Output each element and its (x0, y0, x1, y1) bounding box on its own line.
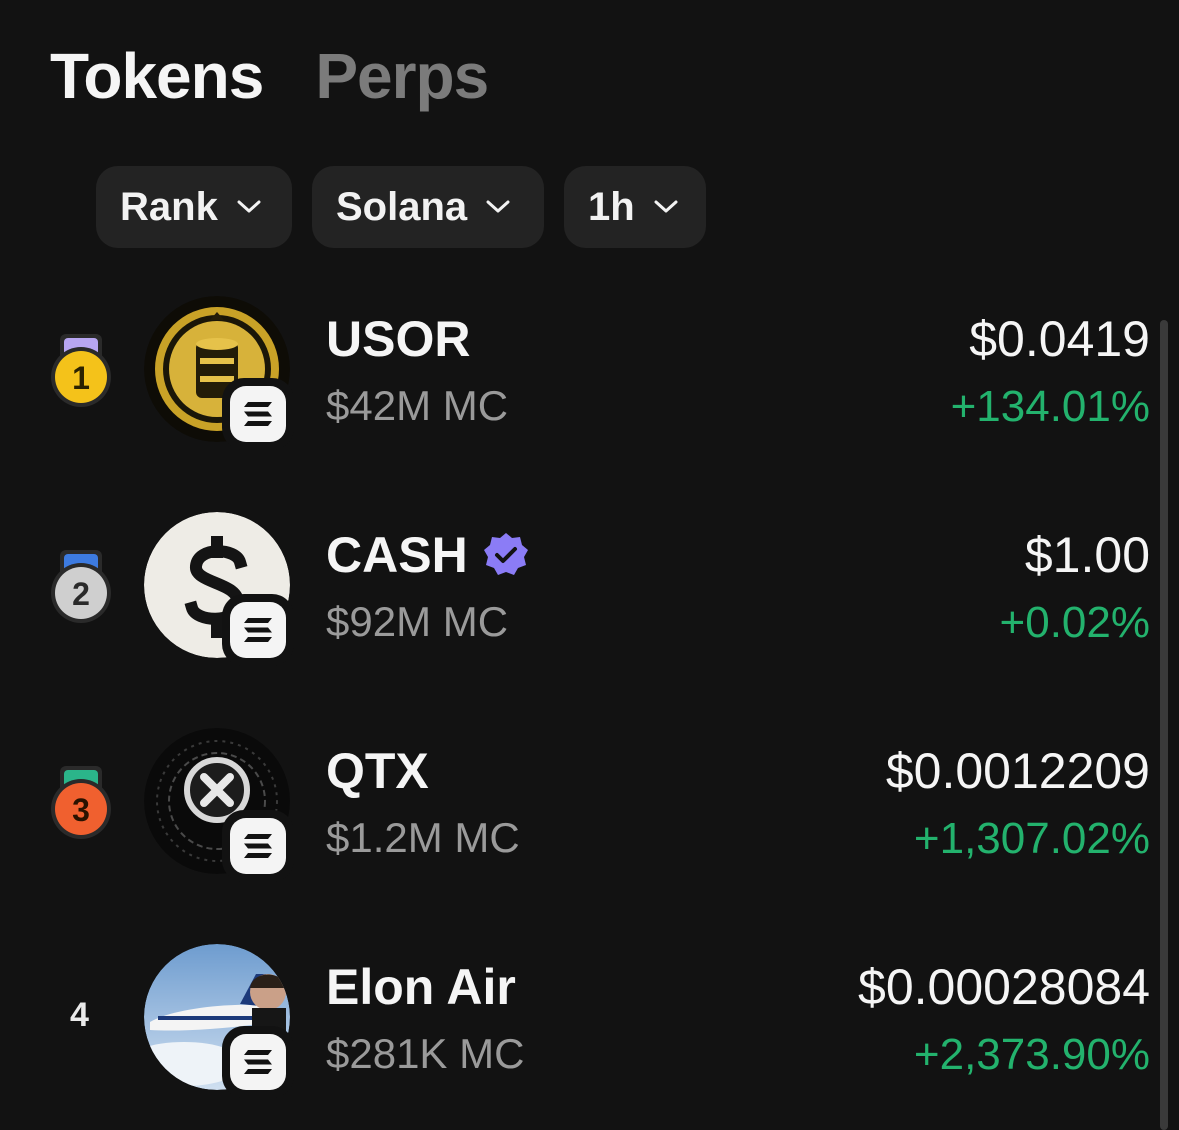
chain-label: Solana (336, 185, 468, 229)
token-name-text: QTX (326, 743, 429, 799)
sort-rank-label: Rank (120, 185, 218, 229)
market-cap: $42M MC (326, 382, 509, 429)
chain-solana-dropdown[interactable]: Solana (312, 166, 544, 248)
chevron-down-icon (237, 200, 261, 213)
price-change: +134.01% (950, 382, 1150, 431)
price-change: +2,373.90% (913, 1030, 1150, 1079)
tab-perps[interactable]: Perps (315, 36, 489, 116)
token-row-cash[interactable]: 2 CASH $92M MC $1.00 +0.02% (0, 512, 1150, 672)
token-price: $1.00 (1024, 527, 1150, 583)
tab-tokens[interactable]: Tokens (50, 36, 264, 116)
timeframe-dropdown[interactable]: 1h (564, 166, 706, 248)
token-name-text: CASH (326, 527, 468, 583)
scrollbar[interactable] (1160, 320, 1168, 1130)
tokens-screen: Tokens Perps Rank Solana 1h 1 USOR $42M … (0, 0, 1179, 1130)
tab-bar: Tokens Perps (50, 36, 489, 116)
solana-chain-badge (222, 378, 294, 450)
token-name: QTX (326, 742, 429, 800)
svg-text:3: 3 (72, 792, 90, 828)
gold-medal-icon: 1 (51, 334, 111, 407)
token-price: $0.0419 (969, 311, 1150, 367)
verified-badge-icon (483, 533, 528, 575)
market-cap: $1.2M MC (326, 814, 520, 861)
market-cap: $281K MC (326, 1030, 525, 1077)
token-row-usor[interactable]: 1 USOR $42M MC $0.0419 +134.01% (0, 296, 1150, 456)
token-name: Elon Air (326, 958, 516, 1016)
solana-icon (244, 402, 272, 426)
market-cap: $92M MC (326, 598, 509, 645)
svg-text:1: 1 (72, 360, 90, 396)
price-change: +1,307.02% (913, 814, 1150, 863)
bronze-medal-icon: 3 (51, 766, 111, 839)
chevron-down-icon (654, 200, 678, 213)
silver-medal-icon: 2 (51, 550, 111, 623)
filter-bar: Rank Solana 1h (96, 166, 706, 248)
solana-chain-badge (222, 1026, 294, 1098)
solana-chain-badge (222, 810, 294, 882)
token-name: CASH (326, 526, 530, 584)
solana-icon (244, 834, 272, 858)
sort-rank-dropdown[interactable]: Rank (96, 166, 292, 248)
svg-text:2: 2 (72, 576, 90, 612)
token-name-text: Elon Air (326, 959, 516, 1015)
solana-icon (244, 618, 272, 642)
token-row-elon-air[interactable]: 4 Elon Air $281K MC $0.00028084 +2,373.9… (0, 944, 1150, 1104)
solana-icon (244, 1050, 272, 1074)
timeframe-label: 1h (588, 185, 635, 229)
token-price: $0.00028084 (858, 959, 1150, 1015)
token-price: $0.0012209 (885, 743, 1150, 799)
token-row-qtx[interactable]: 3 QTX $1.2M MC $0.0012209 +1,307.02% (0, 728, 1150, 888)
token-name: USOR (326, 310, 470, 368)
solana-chain-badge (222, 594, 294, 666)
price-change: +0.02% (999, 598, 1150, 647)
chevron-down-icon (486, 200, 510, 213)
token-name-text: USOR (326, 311, 471, 367)
rank-number: 4 (70, 996, 89, 1034)
